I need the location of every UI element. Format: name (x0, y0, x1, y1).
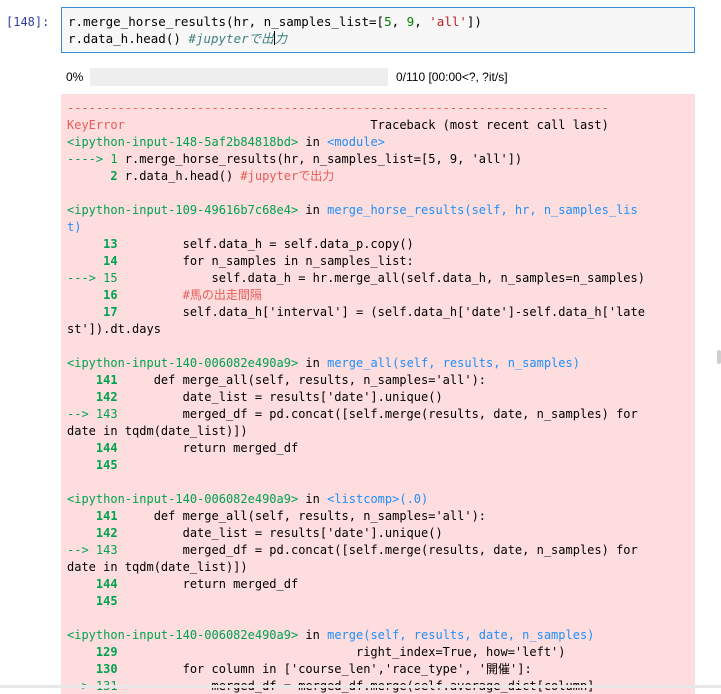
traceback-segment: <listcomp>(.0) (327, 492, 429, 506)
traceback-segment: 17 (67, 305, 125, 319)
traceback-segment: self.data_h['interval'] = (self.data_h['… (124, 305, 645, 319)
traceback-segment: 144 (67, 441, 125, 455)
progress-bar (90, 68, 388, 86)
traceback-segment: 14 (67, 254, 125, 268)
traceback-segment: in (298, 203, 328, 217)
error-output: ----------------------------------------… (61, 94, 695, 694)
traceback-segment: date in tqdm(date_list)]) (67, 424, 248, 438)
traceback-segment: def merge_all(self, results, n_samples='… (124, 373, 487, 387)
traceback-segment: in (298, 628, 328, 642)
traceback-segment: #jupyterで出力 (240, 169, 335, 183)
traceback-segment: ---> 15 (67, 271, 125, 285)
code-line-1: r.merge_horse_results(hr, n_samples_list… (68, 14, 482, 29)
traceback-segment: <ipython-input-140-006082e490a9> (67, 628, 299, 642)
traceback-segment: <ipython-input-140-006082e490a9> (67, 356, 299, 370)
traceback-segment: r.data_h.head() (124, 169, 241, 183)
traceback-segment: st']).dt.days (67, 322, 161, 336)
progress-percent: 0% (66, 70, 84, 84)
traceback-segment: <ipython-input-140-006082e490a9> (67, 492, 299, 506)
traceback-segment: <ipython-input-109-49616b7c68e4> (67, 203, 299, 217)
traceback-segment: self.data_h = self.data_p.copy() (124, 237, 414, 251)
traceback-segment: ----------------------------------------… (67, 101, 609, 115)
traceback-segment: 145 (67, 458, 125, 472)
traceback-segment: merge(self, results, date, n_samples) (327, 628, 595, 642)
traceback-text: ----------------------------------------… (61, 94, 695, 694)
traceback-segment: --> 143 (67, 407, 125, 421)
traceback-segment: --> 143 (67, 543, 125, 557)
traceback-segment: merge_horse_results(self, hr, n_samples_… (327, 203, 638, 217)
traceback-segment: in (298, 492, 328, 506)
traceback-segment: 141 (67, 509, 125, 523)
traceback-segment: r.merge_horse_results(hr, n_samples_list… (124, 152, 523, 166)
traceback-segment: 145 (67, 594, 125, 608)
traceback-segment: #馬の出走間隔 (124, 288, 262, 302)
cell-prompt: [148]: (6, 15, 50, 29)
scrollbar-handle[interactable] (717, 350, 721, 364)
traceback-segment: <module> (327, 135, 385, 149)
traceback-segment: def merge_all(self, results, n_samples='… (124, 509, 487, 523)
traceback-segment: merged_df = pd.concat([self.merge(result… (124, 407, 638, 421)
traceback-segment: Traceback (most recent call last) (124, 118, 609, 132)
traceback-segment: 13 (67, 237, 125, 251)
traceback-segment: date_list = results['date'].unique() (124, 526, 443, 540)
traceback-segment: 130 (67, 662, 125, 676)
traceback-segment: for column in ['course_len','race_type',… (124, 662, 532, 676)
traceback-segment: merged_df = pd.concat([self.merge(result… (124, 543, 638, 557)
traceback-segment: ----> 1 (67, 152, 125, 166)
progress-stats: 0/110 [00:00<?, ?it/s] (396, 70, 508, 84)
traceback-segment: 142 (67, 526, 125, 540)
traceback-segment: date in tqdm(date_list)]) (67, 560, 248, 574)
traceback-segment: self.data_h = hr.merge_all(self.data_h, … (124, 271, 645, 285)
traceback-segment: in (298, 356, 328, 370)
traceback-segment: <ipython-input-148-5af2b84818bd> (67, 135, 299, 149)
traceback-segment: 2 (67, 169, 125, 183)
traceback-segment: t) (67, 220, 82, 234)
code-input[interactable]: r.merge_horse_results(hr, n_samples_list… (61, 7, 695, 53)
traceback-segment: in (298, 135, 328, 149)
traceback-segment: 144 (67, 577, 125, 591)
traceback-segment: 129 (67, 645, 125, 659)
traceback-segment: 142 (67, 390, 125, 404)
traceback-segment: 16 (67, 288, 125, 302)
traceback-segment: merge_all(self, results, n_samples) (327, 356, 580, 370)
traceback-segment: return merged_df (124, 441, 299, 455)
traceback-segment: for n_samples in n_samples_list: (124, 254, 414, 268)
traceback-segment: right_index=True, how='left') (124, 645, 566, 659)
traceback-segment: KeyError (67, 118, 125, 132)
traceback-segment: return merged_df (124, 577, 299, 591)
traceback-segment: 141 (67, 373, 125, 387)
traceback-segment: date_list = results['date'].unique() (124, 390, 443, 404)
code-line-2: r.data_h.head() #jupyterで出力 (68, 31, 288, 46)
